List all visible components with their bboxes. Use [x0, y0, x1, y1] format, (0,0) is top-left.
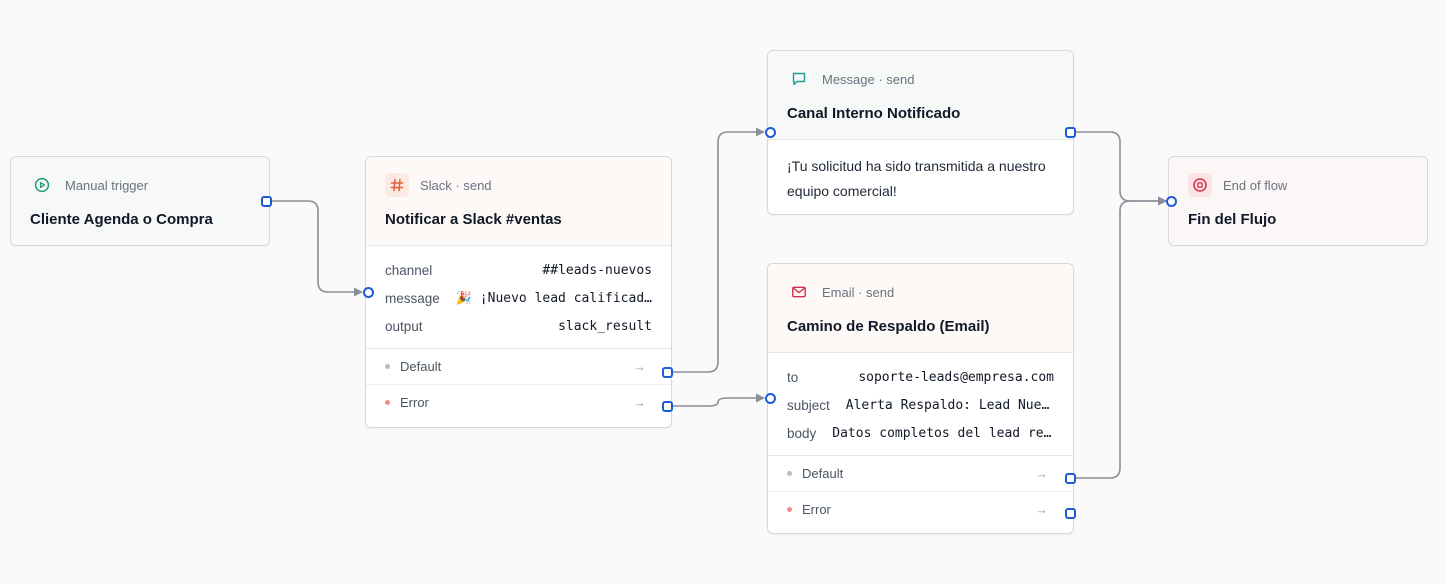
email-output-error[interactable]: Error →	[768, 491, 1073, 526]
param-key: body	[787, 425, 817, 441]
message-node-header: Message · send Canal Interno Notificado	[768, 51, 1073, 139]
trigger-output-handle[interactable]	[261, 196, 272, 207]
param-row: message 🎉 ¡Nuevo lead calificado!	[385, 284, 652, 312]
param-key: output	[385, 318, 423, 334]
param-value: slack_result	[558, 318, 652, 334]
param-key: subject	[787, 397, 830, 413]
connections-layer	[266, 127, 1167, 479]
email-error-output-handle[interactable]	[1065, 508, 1076, 519]
play-circle-icon	[30, 173, 54, 197]
email-input-handle[interactable]	[764, 393, 776, 404]
email-title: Camino de Respaldo (Email)	[787, 318, 990, 335]
edge-trigger-to-slack[interactable]	[266, 200, 363, 297]
slack-type-row: Slack · send	[385, 173, 492, 197]
slack-output-default[interactable]: Default →	[366, 349, 671, 384]
param-value: Alerta Respaldo: Lead Nuevo	[845, 397, 1054, 413]
arrow-right-icon: →	[1035, 466, 1048, 481]
message-input-handle[interactable]	[764, 127, 776, 138]
message-body-text: ¡Tu solicitud ha sido transmitida a nues…	[787, 158, 1046, 199]
output-label: Error	[802, 501, 831, 517]
slack-type-label: Slack · send	[420, 177, 492, 193]
param-key: channel	[385, 262, 433, 278]
end-type-label: End of flow	[1223, 177, 1288, 193]
output-label: Default	[400, 359, 442, 374]
trigger-title: Cliente Agenda o Compra	[30, 211, 213, 228]
param-value: 🎉 ¡Nuevo lead calificado!	[455, 290, 652, 306]
email-node[interactable]: Email · send Camino de Respaldo (Email) …	[764, 263, 1076, 534]
param-value: ##leads-nuevos	[542, 262, 652, 278]
default-dot	[787, 471, 792, 476]
param-row: to soporte-leads@empresa.com	[787, 363, 1054, 391]
message-type-row: Message · send	[787, 67, 915, 91]
email-node-header: Email · send Camino de Respaldo (Email)	[768, 264, 1073, 352]
end-type-row: End of flow	[1188, 173, 1287, 197]
hash-icon	[385, 173, 409, 197]
param-key: to	[787, 369, 799, 385]
envelope-icon	[787, 280, 811, 304]
param-value: Datos completos del lead recibido	[832, 425, 1054, 441]
slack-error-output-handle[interactable]	[662, 401, 673, 412]
edge-email-default-to-end[interactable]	[1070, 196, 1167, 479]
email-type-label: Email · send	[822, 284, 895, 300]
chat-bubble-icon	[787, 67, 811, 91]
output-label: Default	[802, 466, 844, 481]
end-node[interactable]: End of flow Fin del Flujo	[1165, 156, 1428, 246]
edge-slack-error-to-email[interactable]	[668, 393, 765, 407]
error-dot	[385, 399, 390, 405]
email-output-default[interactable]: Default →	[768, 456, 1073, 491]
param-row: body Datos completos del lead recibido	[787, 419, 1054, 447]
slack-output-error[interactable]: Error →	[366, 384, 671, 419]
output-label: Error	[400, 394, 429, 410]
param-key: message	[385, 290, 440, 306]
param-row: channel ##leads-nuevos	[385, 256, 652, 284]
trigger-type-label: Manual trigger	[65, 177, 149, 193]
edge-message-to-end[interactable]	[1070, 131, 1167, 206]
email-type-row: Email · send	[787, 280, 894, 304]
message-node[interactable]: Message · send Canal Interno Notificado …	[764, 50, 1076, 215]
slack-default-output-handle[interactable]	[662, 367, 673, 378]
arrow-right-icon: →	[633, 359, 646, 374]
email-params: to soporte-leads@empresa.com subject Ale…	[768, 353, 1073, 455]
slack-node-header: Slack · send Notificar a Slack #ventas	[366, 157, 671, 245]
trigger-type-row: Manual trigger	[30, 173, 148, 197]
param-row: subject Alerta Respaldo: Lead Nuevo	[787, 391, 1054, 419]
slack-node[interactable]: Slack · send Notificar a Slack #ventas c…	[362, 156, 673, 428]
trigger-node-header: Manual trigger Cliente Agenda o Compra	[11, 157, 269, 245]
stop-circle-icon	[1188, 173, 1212, 197]
arrow-right-icon: →	[633, 394, 646, 410]
arrow-right-icon: →	[1035, 501, 1048, 517]
end-node-header: End of flow Fin del Flujo	[1169, 157, 1427, 245]
end-input-handle[interactable]	[1165, 196, 1177, 207]
email-default-output-handle[interactable]	[1065, 473, 1076, 484]
end-title: Fin del Flujo	[1188, 211, 1277, 228]
slack-title: Notificar a Slack #ventas	[385, 211, 562, 228]
edge-slack-default-to-message[interactable]	[668, 127, 765, 373]
error-dot	[787, 506, 792, 512]
param-value: soporte-leads@empresa.com	[858, 369, 1054, 385]
param-row: output slack_result	[385, 312, 652, 340]
message-title: Canal Interno Notificado	[787, 105, 961, 122]
trigger-node[interactable]: Manual trigger Cliente Agenda o Compra	[10, 156, 272, 246]
message-output-handle[interactable]	[1065, 127, 1076, 138]
slack-input-handle[interactable]	[362, 287, 374, 298]
message-type-label: Message · send	[822, 71, 915, 87]
default-dot	[385, 364, 390, 369]
slack-params: channel ##leads-nuevos message 🎉 ¡Nuevo …	[366, 246, 671, 348]
